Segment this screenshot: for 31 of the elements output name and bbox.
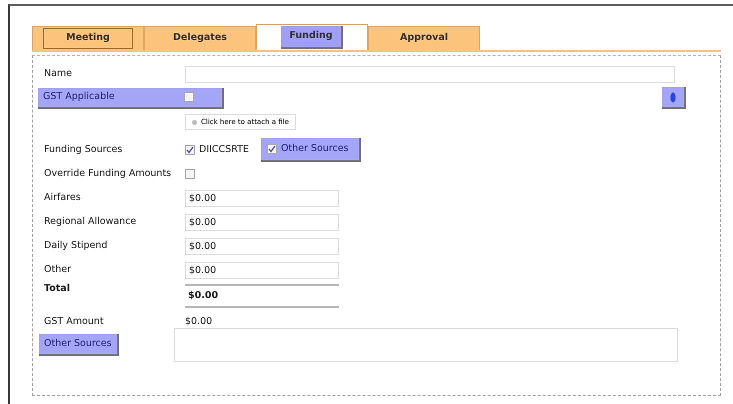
checkbox[interactable] bbox=[185, 145, 195, 155]
amount-field[interactable]: $0.00 bbox=[185, 262, 339, 278]
attach-button[interactable] bbox=[662, 87, 686, 109]
field-label: GST Amount bbox=[43, 314, 105, 329]
name-field[interactable] bbox=[185, 66, 675, 82]
field-label: Daily Stipend bbox=[43, 238, 108, 253]
field-label: GST Applicable bbox=[42, 90, 116, 104]
field-label: Other bbox=[43, 262, 72, 277]
checkbox[interactable] bbox=[184, 92, 194, 102]
dot-icon bbox=[192, 120, 197, 124]
option-label: Other Sources bbox=[280, 142, 349, 156]
total-value: $0.00 bbox=[185, 284, 339, 308]
checkbox[interactable] bbox=[266, 144, 277, 154]
amount-field[interactable]: $0.00 bbox=[185, 190, 339, 206]
option-label: DIICCSRTE bbox=[199, 142, 249, 157]
gst-amount-value: $0.00 bbox=[185, 314, 212, 329]
tab[interactable]: Funding bbox=[256, 24, 368, 50]
other-sources-button[interactable]: Other Sources bbox=[39, 334, 119, 356]
amount-field[interactable]: $0.00 bbox=[185, 214, 339, 230]
amount-field[interactable]: $0.00 bbox=[185, 238, 339, 254]
field-label: Name bbox=[43, 66, 74, 81]
field-label: Total bbox=[43, 282, 71, 296]
tab[interactable]: Approval bbox=[368, 26, 480, 50]
field-label: Regional Allowance bbox=[43, 214, 138, 229]
field-label: Funding Sources bbox=[43, 142, 124, 157]
checkbox[interactable] bbox=[185, 169, 195, 179]
tab[interactable]: Meeting bbox=[32, 26, 144, 50]
notes-field[interactable] bbox=[174, 328, 678, 362]
field-label: Override Funding Amounts bbox=[43, 166, 172, 181]
field-label: Airfares bbox=[43, 190, 82, 205]
tab[interactable]: Delegates bbox=[144, 26, 256, 50]
